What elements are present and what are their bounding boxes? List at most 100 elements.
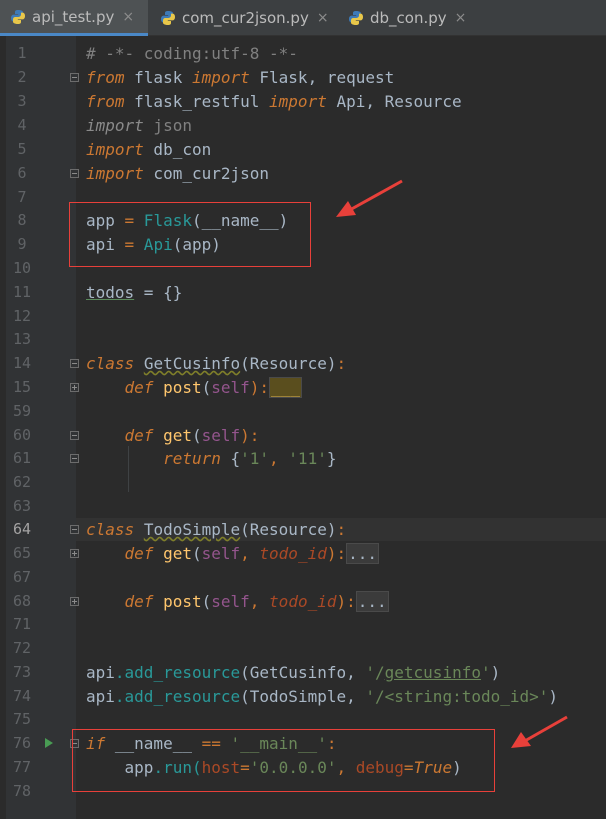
module-name: db_con	[143, 140, 212, 159]
close-tab-icon[interactable]: ×	[317, 10, 329, 26]
keyword: import	[86, 164, 144, 183]
string-literal: getcusinfo	[384, 663, 481, 682]
annotation-arrow-icon	[336, 179, 403, 217]
close-tab-icon[interactable]: ×	[455, 10, 467, 26]
keyword: import	[86, 140, 144, 159]
paren: ):	[326, 544, 347, 563]
folded-code-placeholder[interactable]: ...	[355, 591, 389, 612]
line-number: 3	[17, 92, 27, 110]
line-number: 4	[17, 116, 27, 134]
line-number: 6	[17, 164, 27, 182]
fold-toggle-icon[interactable]	[70, 454, 79, 463]
code-line: 14 class GetCusinfo(Resource):	[0, 352, 606, 375]
code-text: api.add_resource(GetCusinfo, '/getcusinf…	[86, 661, 500, 684]
code-line: 62	[0, 471, 606, 494]
code-line: 71	[0, 613, 606, 636]
method-name: .add_resource	[114, 663, 241, 682]
code-line: 3 from flask_restful import Api, Resourc…	[0, 90, 606, 113]
line-number: 63	[12, 497, 32, 515]
module-name: flask_restful	[124, 92, 270, 111]
paren: ):	[240, 426, 260, 445]
folded-code-placeholder[interactable]: ___	[269, 377, 302, 398]
function-name: get	[153, 426, 192, 445]
base-class: (Resource)	[240, 520, 337, 539]
code-line: 2 from flask import Flask, request	[0, 66, 606, 89]
line-number: 62	[12, 473, 32, 491]
code-line: 68 def post(self, todo_id):...	[0, 590, 606, 613]
keyword: def	[124, 378, 154, 397]
paren: (	[201, 592, 212, 611]
line-number: 67	[12, 568, 32, 586]
string-literal: '	[480, 663, 491, 682]
expand-fold-icon[interactable]	[70, 597, 79, 606]
line-number: 78	[12, 782, 32, 800]
comma: ,	[249, 592, 270, 611]
fold-toggle-icon[interactable]	[70, 359, 79, 368]
tab-label: com_cur2json.py	[182, 9, 309, 27]
line-number: 71	[12, 615, 32, 633]
param-name: todo_id	[259, 544, 327, 563]
code-line: 6 import com_cur2json	[0, 162, 606, 185]
keyword: import	[269, 92, 327, 111]
line-number: 65	[12, 544, 32, 562]
run-icon[interactable]	[45, 738, 53, 748]
tab-db-con[interactable]: db_con.py ×	[338, 0, 468, 36]
line-number: 59	[12, 402, 32, 420]
line-number: 60	[12, 426, 32, 444]
paren: )	[490, 663, 501, 682]
line-number: 76	[12, 734, 32, 752]
code-line: 5 import db_con	[0, 138, 606, 161]
identifier: api	[86, 687, 115, 706]
class-name: GetCusinfo	[143, 354, 241, 373]
identifier: api	[86, 663, 115, 682]
line-number: 64	[12, 520, 32, 538]
code-text: class TodoSimple(Resource):	[86, 518, 346, 541]
line-number: 75	[12, 710, 32, 728]
paren: (	[191, 426, 202, 445]
fold-toggle-icon[interactable]	[70, 525, 79, 534]
fold-toggle-icon[interactable]	[70, 169, 79, 178]
code-line: 65 def get(self, todo_id):...	[0, 542, 606, 565]
code-line: 1 # -*- coding:utf-8 -*-	[0, 42, 606, 65]
line-number: 9	[17, 235, 27, 253]
expand-fold-icon[interactable]	[70, 383, 79, 392]
code-line: 67	[0, 566, 606, 589]
import-names: Api, Resource	[326, 92, 462, 111]
line-number: 8	[17, 211, 27, 229]
tab-label: db_con.py	[370, 9, 447, 27]
tab-api-test[interactable]: api_test.py ×	[0, 0, 148, 36]
string-literal: '1'	[240, 449, 270, 468]
code-line: 61 return {'1', '11'}	[0, 447, 606, 470]
class-name: TodoSimple	[143, 520, 241, 539]
fold-toggle-icon[interactable]	[70, 431, 79, 440]
expand-fold-icon[interactable]	[70, 549, 79, 558]
keyword: class	[86, 354, 135, 373]
code-line: 13	[0, 328, 606, 351]
fold-toggle-icon[interactable]	[70, 73, 79, 82]
brace: {	[220, 449, 241, 468]
code-line: 60 def get(self):	[0, 424, 606, 447]
function-name: post	[153, 592, 202, 611]
line-number: 61	[12, 449, 32, 467]
folded-code-placeholder[interactable]: ...	[346, 543, 380, 564]
code-text: def post(self): ___	[86, 376, 302, 399]
code-text: def post(self, todo_id):...	[86, 590, 389, 613]
self-param: self	[201, 544, 241, 563]
code-line: 15 def post(self): ___	[0, 376, 606, 399]
line-number: 15	[12, 378, 32, 396]
base-class: (Resource)	[240, 354, 337, 373]
line-number: 5	[17, 140, 27, 158]
code-text: def get(self):	[86, 424, 260, 447]
comma: ,	[240, 544, 260, 563]
line-number: 13	[12, 330, 32, 348]
call-args: (TodoSimple,	[240, 687, 366, 706]
string-literal: '11'	[288, 449, 327, 468]
close-tab-icon[interactable]: ×	[122, 9, 134, 25]
line-number: 73	[12, 663, 32, 681]
line-number: 77	[12, 758, 32, 776]
tab-com-cur2json[interactable]: com_cur2json.py ×	[150, 0, 336, 36]
code-line: 12	[0, 305, 606, 328]
line-number: 12	[12, 307, 32, 325]
self-param: self	[201, 426, 241, 445]
unused-keyword: import	[86, 116, 144, 135]
